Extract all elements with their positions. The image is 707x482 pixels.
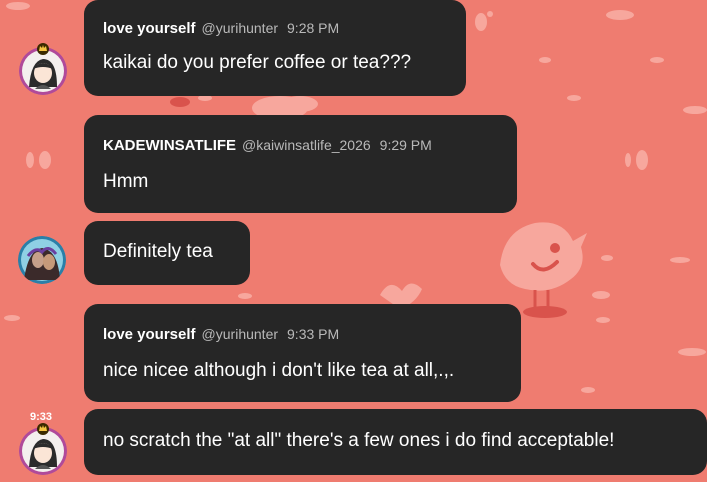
message-bubble[interactable]: KADEWINSATLIFE @kaiwinsatlife_2026 9:29 PM… (84, 115, 517, 213)
author-handle: @yurihunter (201, 20, 279, 36)
timestamp: 9:29 PM (379, 137, 432, 153)
message-text: Definitely tea (103, 241, 213, 262)
timestamp: 9:33 PM (287, 326, 340, 342)
author-handle: @yurihunter (201, 326, 279, 342)
message-text: no scratch the "at all" there's a few on… (103, 430, 615, 451)
timestamp: 9:28 PM (287, 20, 340, 36)
author-name[interactable]: love yourself (103, 20, 196, 37)
message-text: Hmm (103, 171, 149, 192)
author-name[interactable]: love yourself (103, 326, 196, 343)
avatar[interactable] (18, 236, 66, 284)
avatar-image (18, 236, 66, 284)
message-text: kaikai do you prefer coffee or tea??? (103, 52, 412, 73)
message-bubble[interactable]: Definitely tea (84, 221, 250, 285)
crown-icon (37, 43, 49, 55)
author-handle: @kaiwinsatlife_2026 (242, 137, 371, 153)
author-name[interactable]: KADEWINSATLIFE (103, 137, 236, 154)
crown-icon (37, 423, 49, 435)
message-text: nice nicee although i don't like tea at … (103, 360, 455, 381)
message-bubble[interactable]: love yourself @yurihunter 9:33 PM nice nic… (84, 304, 521, 402)
message-bubble[interactable]: no scratch the "at all" there's a few on… (84, 409, 707, 475)
message-bubble[interactable]: love yourself @yurihunter 9:28 PM kaikai d… (84, 0, 466, 96)
